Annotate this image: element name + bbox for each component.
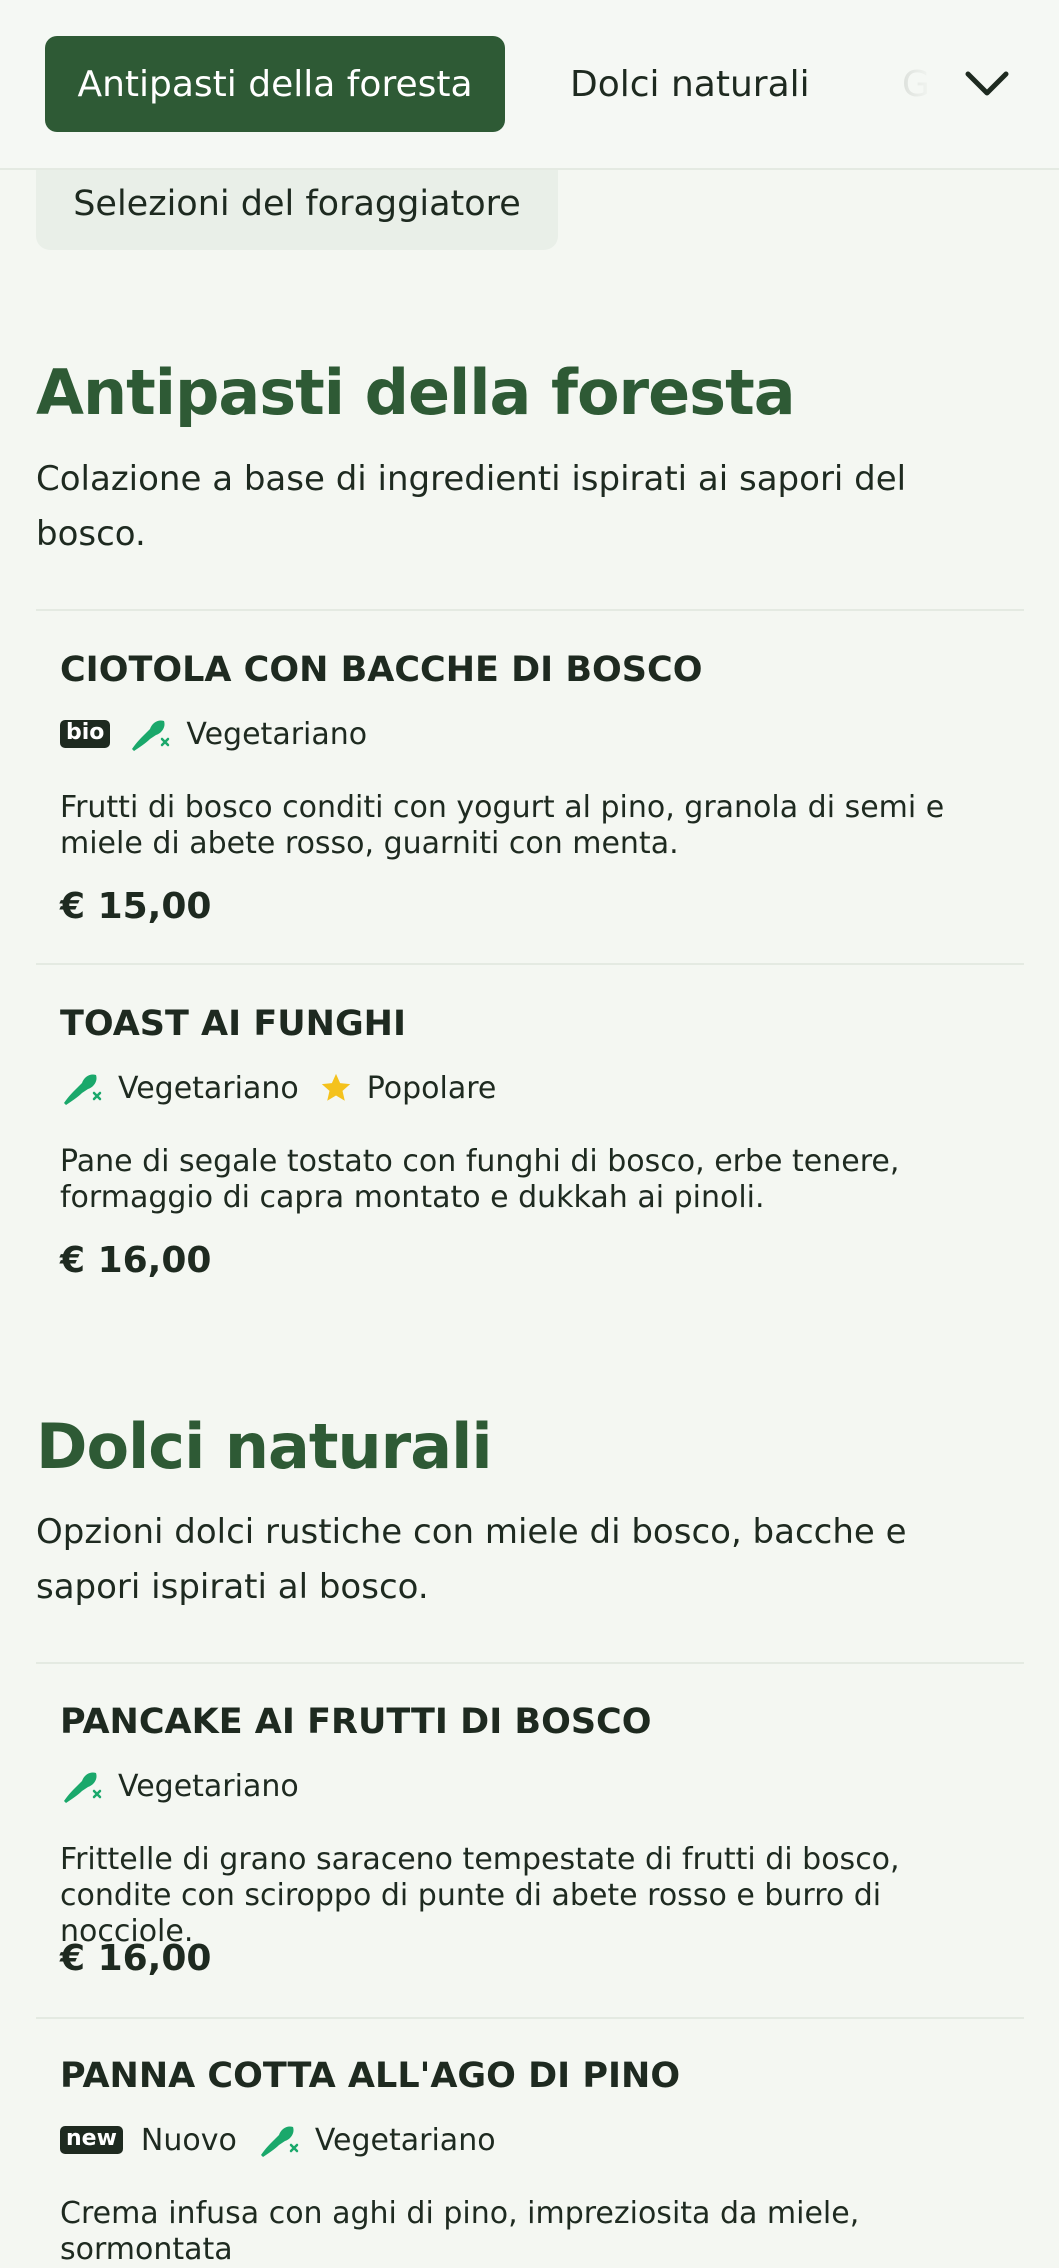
chevron-down-icon	[965, 71, 1009, 96]
section-title: Dolci naturali	[36, 1410, 493, 1483]
chip-label: Selezioni del foraggiatore	[73, 184, 521, 224]
expand-categories-button[interactable]	[962, 60, 1012, 108]
item-price: € 16,00	[60, 1240, 212, 1281]
tag-vegetarian: Vegetariano	[186, 716, 368, 752]
tag-vegetarian: Vegetariano	[118, 1768, 299, 1804]
divider	[36, 609, 1024, 611]
tab-antipasti[interactable]: Antipasti della foresta	[45, 36, 505, 132]
tag-popular: Popolare	[366, 1070, 497, 1106]
item-tags: Vegetariano Popolare	[60, 1068, 516, 1108]
tab-dolci[interactable]: Dolci naturali	[570, 36, 810, 132]
vegetarian-icon	[64, 1772, 102, 1803]
section-title: Antipasti della foresta	[36, 356, 796, 429]
item-price: € 16,00	[60, 1938, 212, 1979]
vegetarian-icon	[132, 720, 170, 751]
section-description: Colazione a base di ingredienti ispirati…	[36, 459, 907, 554]
scroll-fade	[870, 30, 950, 140]
vegetarian-icon	[64, 1074, 102, 1105]
item-description: Crema infusa con aghi di pino, imprezios…	[60, 2196, 860, 2267]
item-name: PANNA COTTA ALL'AGO DI PINO	[60, 2056, 681, 2096]
vegetarian-icon	[260, 2126, 299, 2157]
star-icon	[321, 1073, 350, 1101]
item-name: TOAST AI FUNGHI	[60, 1004, 407, 1044]
tab-label: Antipasti della foresta	[77, 63, 473, 105]
tab-label: Dolci naturali	[570, 63, 810, 105]
divider	[36, 2017, 1024, 2019]
item-description: Frittelle di grano saraceno tempestate d…	[60, 1842, 900, 1949]
item-tags: new Nuovo Vegetariano	[60, 2120, 516, 2160]
item-name: PANCAKE AI FRUTTI DI BOSCO	[60, 1702, 652, 1742]
section-description: Opzioni dolci rustiche con miele di bosc…	[36, 1512, 907, 1607]
item-description: Frutti di bosco conditi con yogurt al pi…	[60, 790, 945, 861]
bio-badge: bio	[60, 720, 111, 748]
item-tags: bio Vegetariano	[60, 714, 387, 754]
item-tags: Vegetariano	[60, 1766, 319, 1806]
tag-vegetarian: Vegetariano	[314, 2122, 496, 2158]
tag-new: Nuovo	[140, 2122, 237, 2158]
divider	[36, 1662, 1024, 1664]
item-price: € 15,00	[60, 886, 212, 927]
item-description: Pane di segale tostato con funghi di bos…	[60, 1144, 900, 1215]
divider	[36, 963, 1024, 965]
item-name: CIOTOLA CON BACCHE DI BOSCO	[60, 650, 703, 690]
new-badge: new	[60, 2126, 123, 2154]
category-nav: Antipasti della foresta Dolci naturali G…	[0, 0, 1059, 170]
tag-vegetarian: Vegetariano	[118, 1070, 299, 1106]
